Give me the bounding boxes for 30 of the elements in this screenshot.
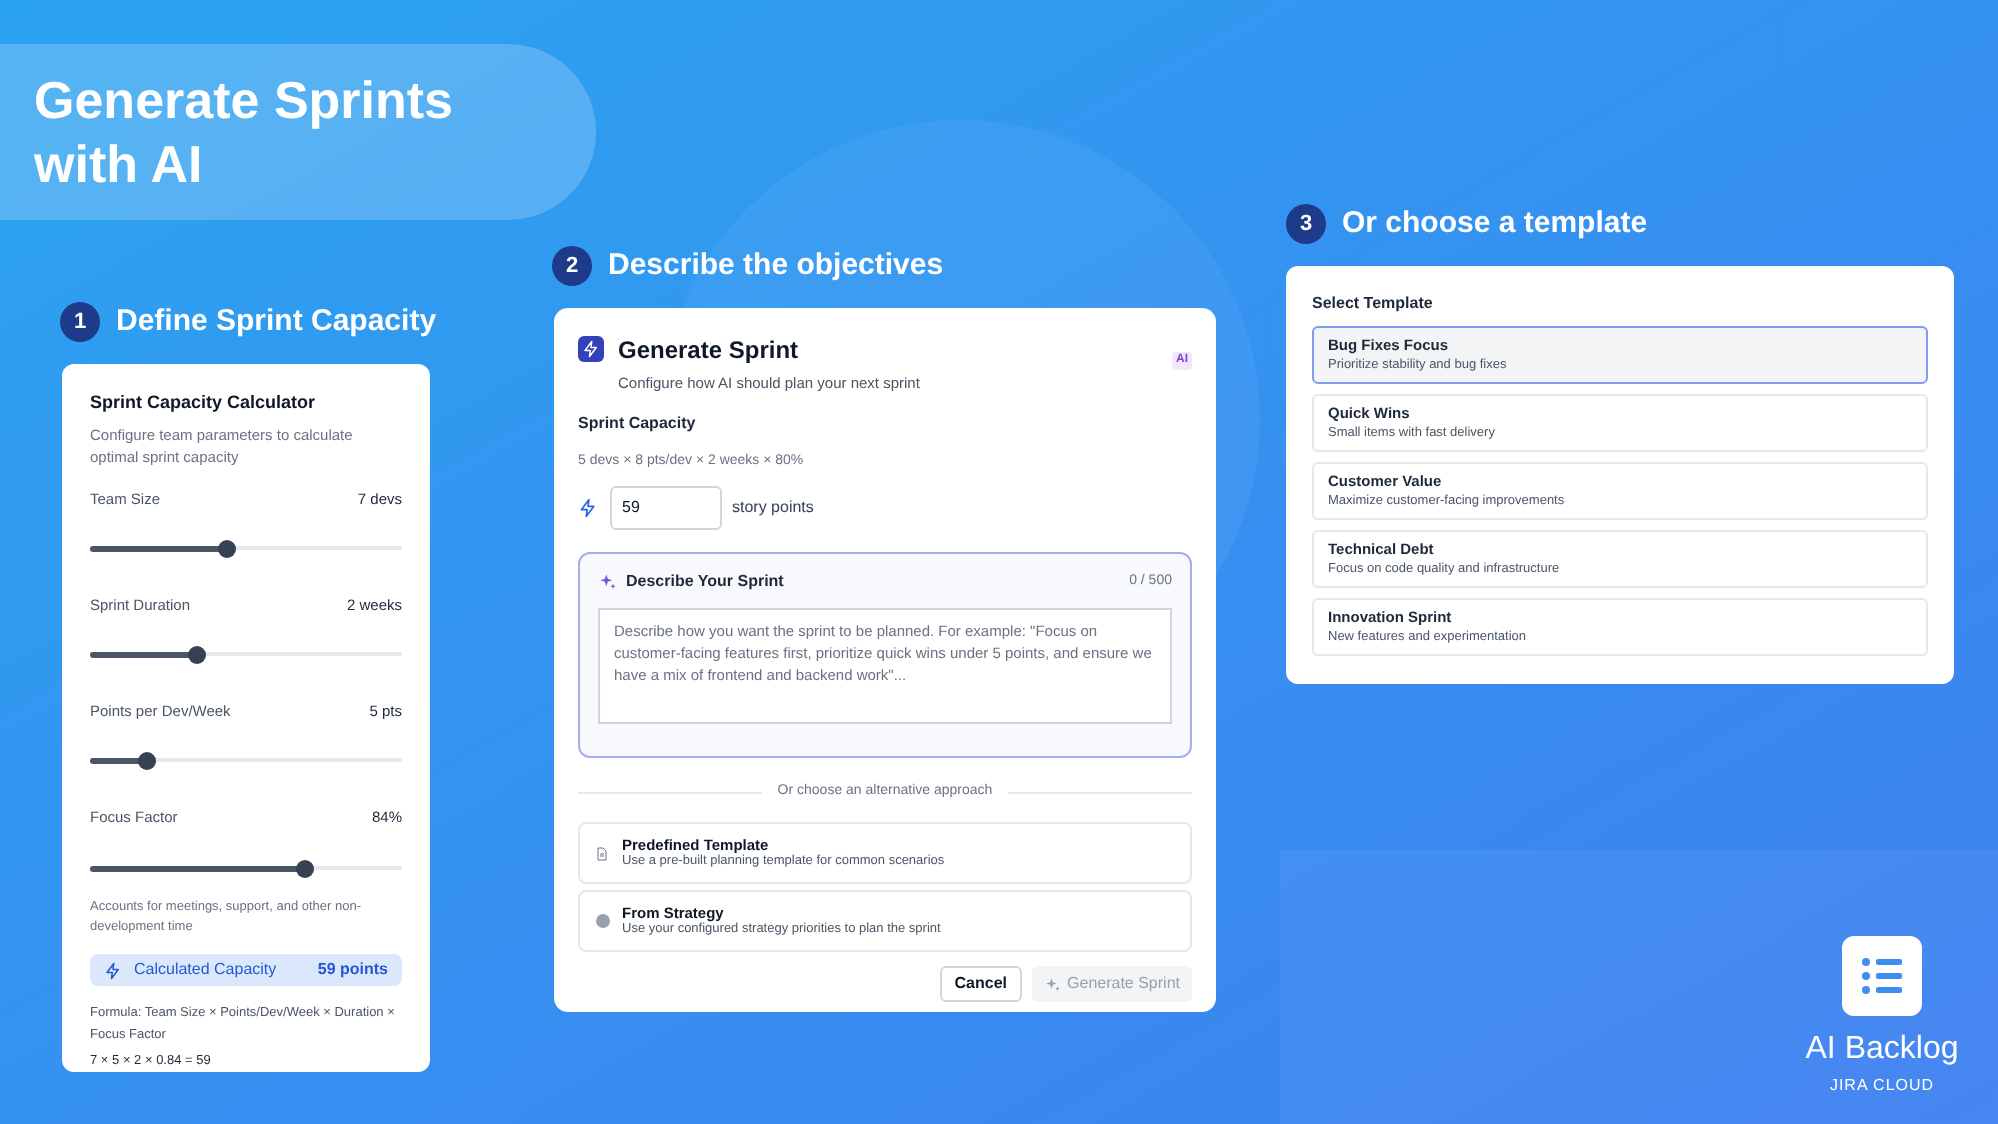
template-card-title: Select Template — [1312, 292, 1435, 316]
brand-tagline: JIRA CLOUD — [1829, 1074, 1935, 1098]
slider-thumb[interactable] — [296, 859, 315, 878]
step-title: Define Sprint Capacity — [116, 302, 437, 342]
bolt-icon — [104, 961, 122, 979]
describe-title: Describe Your Sprint — [626, 569, 786, 594]
sparkle-icon — [1043, 975, 1062, 994]
step-number: 1 — [60, 302, 100, 343]
bolt-icon — [578, 336, 604, 362]
bolt-icon — [578, 497, 598, 518]
slider-thumb[interactable] — [218, 539, 237, 558]
sparkle-icon — [598, 571, 618, 592]
capacity-unit: story points — [732, 495, 814, 520]
dialog-title: Generate Sprint — [618, 334, 801, 368]
result-value: 59 points — [317, 958, 388, 982]
step-title: Or choose a template — [1342, 204, 1648, 244]
dialog-button[interactable]: Cancel — [940, 966, 1022, 1003]
headline-title: Generate Sprints with AI — [34, 68, 456, 196]
step-number: 2 — [552, 246, 592, 287]
slider-thumb[interactable] — [187, 646, 206, 665]
step-number: 3 — [1286, 204, 1326, 245]
brand-name: AI Backlog — [1805, 1030, 1959, 1070]
section-label: Sprint Capacity — [578, 412, 698, 437]
list-logo-icon — [1842, 936, 1922, 1016]
capacity-input[interactable]: 59 — [610, 485, 722, 530]
slider-thumb[interactable] — [137, 752, 156, 771]
result-label: Calculated Capacity — [134, 958, 279, 982]
card-title: Sprint Capacity Calculator — [90, 390, 318, 416]
step-title: Describe the objectives — [608, 246, 944, 286]
document-icon — [596, 845, 608, 862]
